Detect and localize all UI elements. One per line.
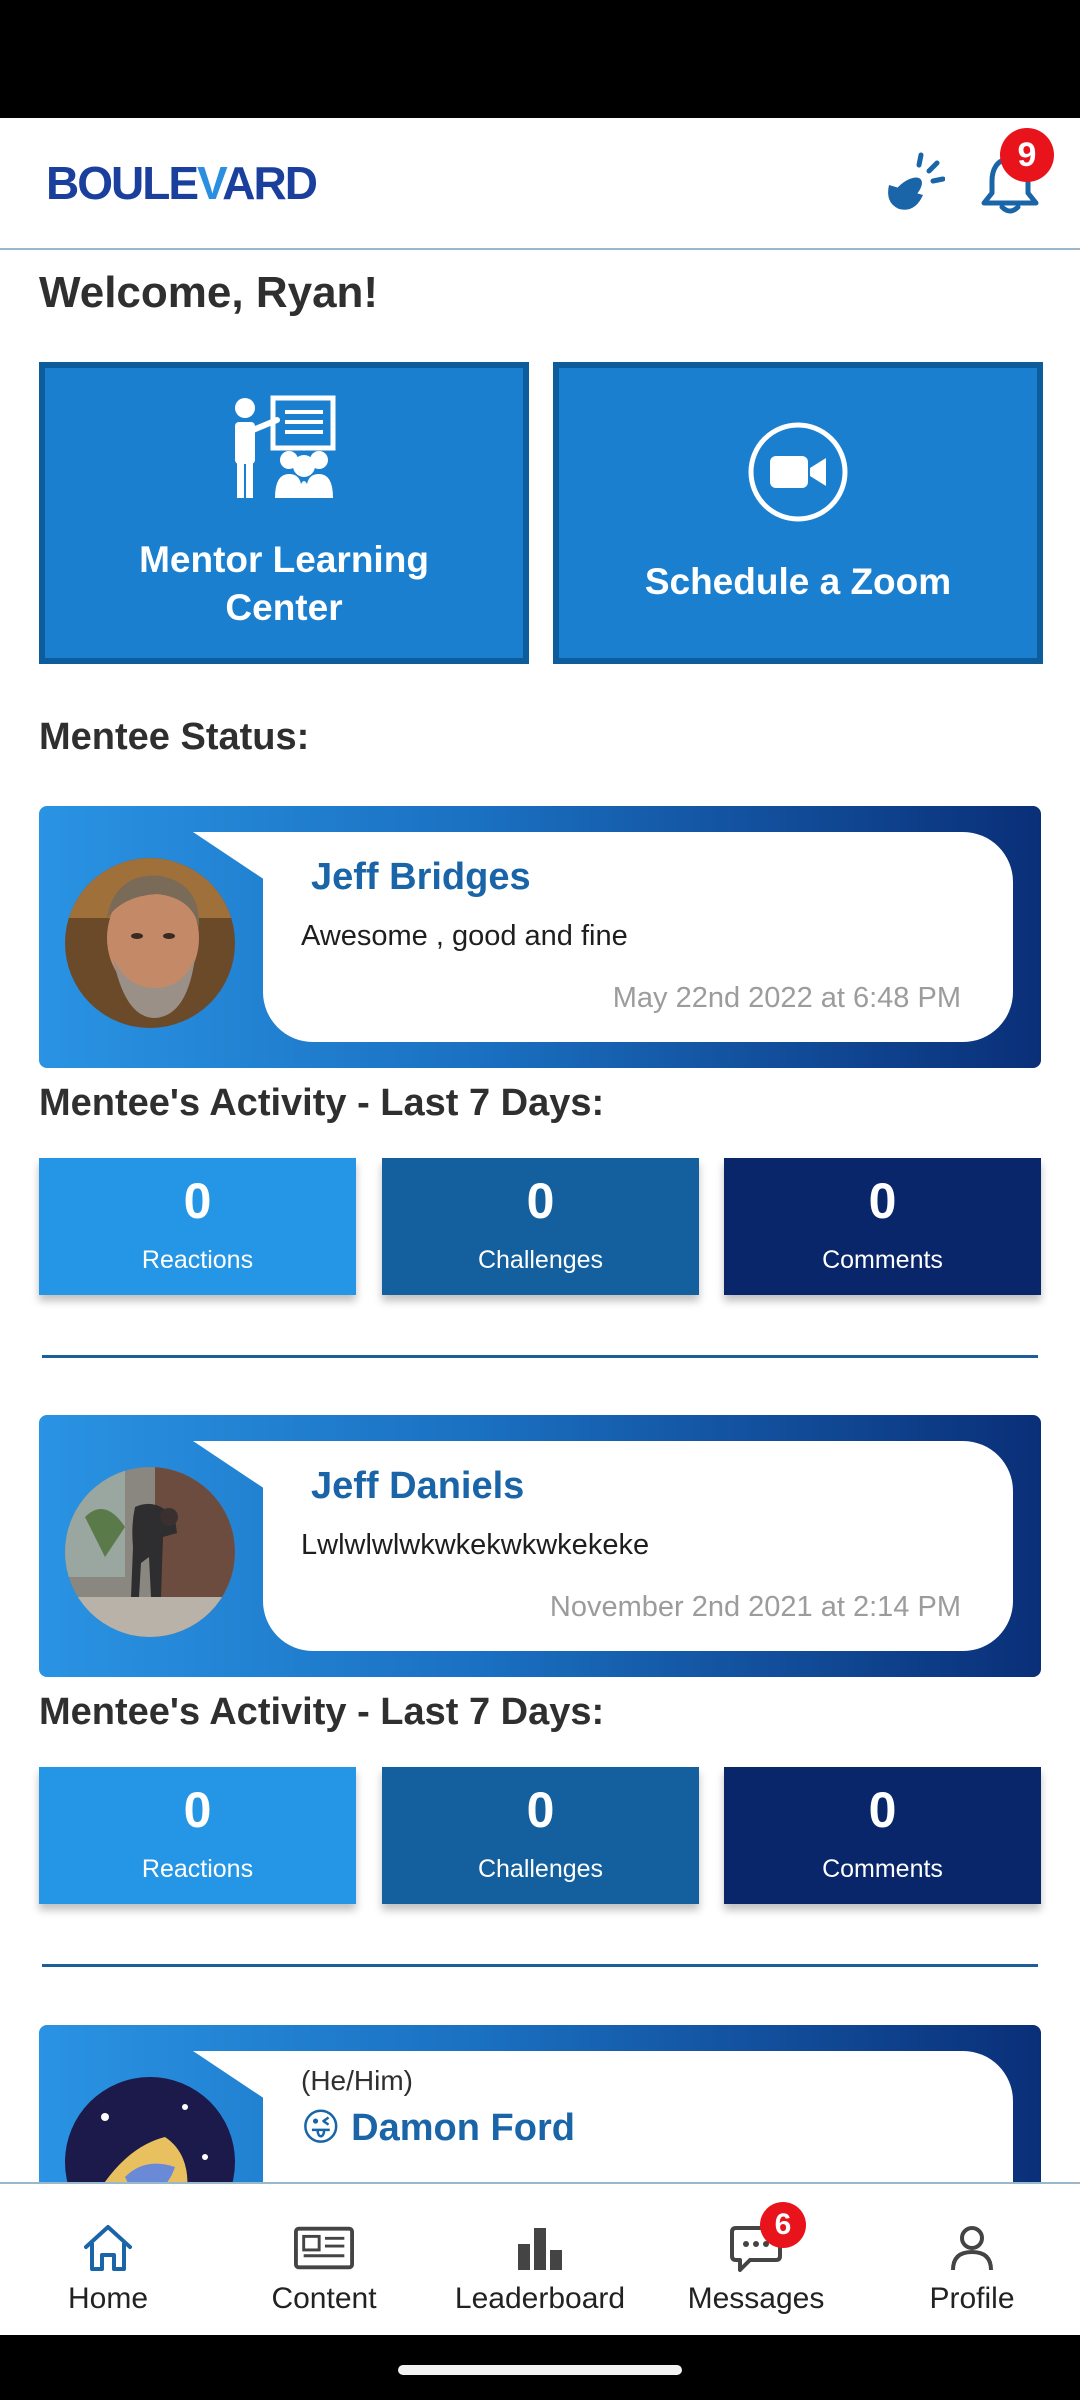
presentation-icon bbox=[229, 394, 339, 522]
leaderboard-icon bbox=[510, 2222, 570, 2274]
messages-count-badge: 6 bbox=[760, 2202, 806, 2248]
nav-leaderboard[interactable]: Leaderboard bbox=[440, 2184, 640, 2335]
card-notch bbox=[193, 832, 265, 880]
bottom-navigation: Home Content Leaderboard 6 Messages Prof… bbox=[0, 2182, 1080, 2335]
mentee-pronoun: (He/Him) bbox=[301, 2065, 413, 2096]
mentor-learning-center-label: Mentor Learning Center bbox=[139, 538, 429, 629]
mentee-activity-heading: Mentee's Activity - Last 7 Days: bbox=[39, 1082, 605, 1124]
app-header: BOULEVARD 9 bbox=[0, 118, 1080, 250]
reactions-count: 0 bbox=[183, 1782, 212, 1838]
mentee-status-date: November 2nd 2021 at 2:14 PM bbox=[549, 1591, 961, 1623]
nav-content-label: Content bbox=[271, 2282, 377, 2315]
mentee-card[interactable]: Jeff Daniels Lwlwlwlwkwkekwkwkekeke Nove… bbox=[39, 1415, 1041, 1677]
nav-content[interactable]: Content bbox=[224, 2184, 424, 2335]
mentor-learning-center-button[interactable]: Mentor Learning Center bbox=[39, 362, 529, 664]
home-gesture-handle[interactable] bbox=[398, 2365, 682, 2375]
comments-stat[interactable]: 0 Comments bbox=[724, 1767, 1041, 1904]
person-icon bbox=[942, 2222, 1002, 2274]
reactions-label: Reactions bbox=[141, 1246, 254, 1274]
comments-count: 0 bbox=[868, 1782, 897, 1838]
schedule-zoom-button[interactable]: Schedule a Zoom bbox=[553, 362, 1043, 664]
nav-home[interactable]: Home bbox=[8, 2184, 208, 2335]
reactions-stat[interactable]: 0 Reactions bbox=[39, 1158, 356, 1295]
mentee-name[interactable]: Jeff Bridges bbox=[311, 856, 531, 899]
mentee-status-text: Awesome , good and fine bbox=[301, 920, 628, 952]
reactions-stat[interactable]: 0 Reactions bbox=[39, 1767, 356, 1904]
logo-text-part: ARD bbox=[222, 157, 318, 209]
challenges-label: Challenges bbox=[477, 1855, 604, 1883]
mentee-card[interactable]: Jeff Bridges Awesome , good and fine May… bbox=[39, 806, 1041, 1068]
status-bar bbox=[0, 0, 1080, 118]
challenges-count: 0 bbox=[526, 1173, 555, 1229]
home-icon bbox=[78, 2222, 138, 2274]
challenges-stat[interactable]: 0 Challenges bbox=[382, 1767, 699, 1904]
comments-count: 0 bbox=[868, 1173, 897, 1229]
celebrate-icon[interactable] bbox=[876, 148, 948, 220]
logo-text-accent: V bbox=[197, 157, 224, 209]
app-screen: BOULEVARD 9 Welcome, Ryan! Mentor Learni… bbox=[0, 118, 1080, 2335]
card-notch bbox=[193, 1441, 265, 1489]
boulevard-logo[interactable]: BOULEVARD bbox=[46, 156, 318, 210]
mentee-avatar bbox=[65, 858, 235, 1028]
nav-leaderboard-label: Leaderboard bbox=[454, 2282, 626, 2315]
mentee-status-heading: Mentee Status: bbox=[39, 716, 310, 758]
nav-messages-label: Messages bbox=[687, 2282, 825, 2315]
challenges-label: Challenges bbox=[477, 1246, 604, 1274]
challenges-stat[interactable]: 0 Challenges bbox=[382, 1158, 699, 1295]
nav-profile[interactable]: Profile bbox=[872, 2184, 1072, 2335]
nav-profile-label: Profile bbox=[929, 2282, 1015, 2315]
nav-home-label: Home bbox=[67, 2282, 149, 2315]
notifications-bell-icon[interactable]: 9 bbox=[974, 128, 1054, 220]
section-divider bbox=[42, 1355, 1038, 1358]
challenges-count: 0 bbox=[526, 1782, 555, 1838]
comments-label: Comments bbox=[822, 1855, 943, 1883]
mentee-status-text: Lwlwlwlwkwkekwkwkekeke bbox=[301, 1529, 650, 1561]
mentee-card[interactable]: (He/Him) 😜 Damon Ford bbox=[39, 2025, 1041, 2182]
nav-messages[interactable]: 6 Messages bbox=[656, 2184, 856, 2335]
video-camera-icon bbox=[746, 420, 850, 536]
comments-label: Comments bbox=[822, 1246, 943, 1274]
mentee-avatar bbox=[65, 2077, 235, 2182]
welcome-heading: Welcome, Ryan! bbox=[39, 268, 379, 317]
mentee-status-date: May 22nd 2022 at 6:48 PM bbox=[612, 982, 961, 1014]
schedule-zoom-label: Schedule a Zoom bbox=[644, 561, 952, 602]
reactions-count: 0 bbox=[183, 1173, 212, 1229]
card-notch bbox=[193, 2051, 265, 2099]
home-feed[interactable]: Welcome, Ryan! Mentor Learning Center Sc… bbox=[0, 252, 1080, 2182]
comments-stat[interactable]: 0 Comments bbox=[724, 1158, 1041, 1295]
chat-bubble-icon: 6 bbox=[726, 2202, 806, 2274]
logo-text-part: BOULE bbox=[46, 157, 199, 209]
system-navigation-bar bbox=[0, 2335, 1080, 2400]
newspaper-icon bbox=[294, 2222, 354, 2274]
reactions-label: Reactions bbox=[141, 1855, 254, 1883]
mentee-name[interactable]: Jeff Daniels bbox=[311, 1465, 524, 1508]
mentee-activity-heading: Mentee's Activity - Last 7 Days: bbox=[39, 1691, 605, 1733]
mentee-avatar bbox=[65, 1467, 235, 1637]
mentee-name[interactable]: 😜 Damon Ford bbox=[301, 2105, 575, 2150]
section-divider bbox=[42, 1964, 1038, 1967]
notification-count-badge: 9 bbox=[1000, 128, 1054, 182]
